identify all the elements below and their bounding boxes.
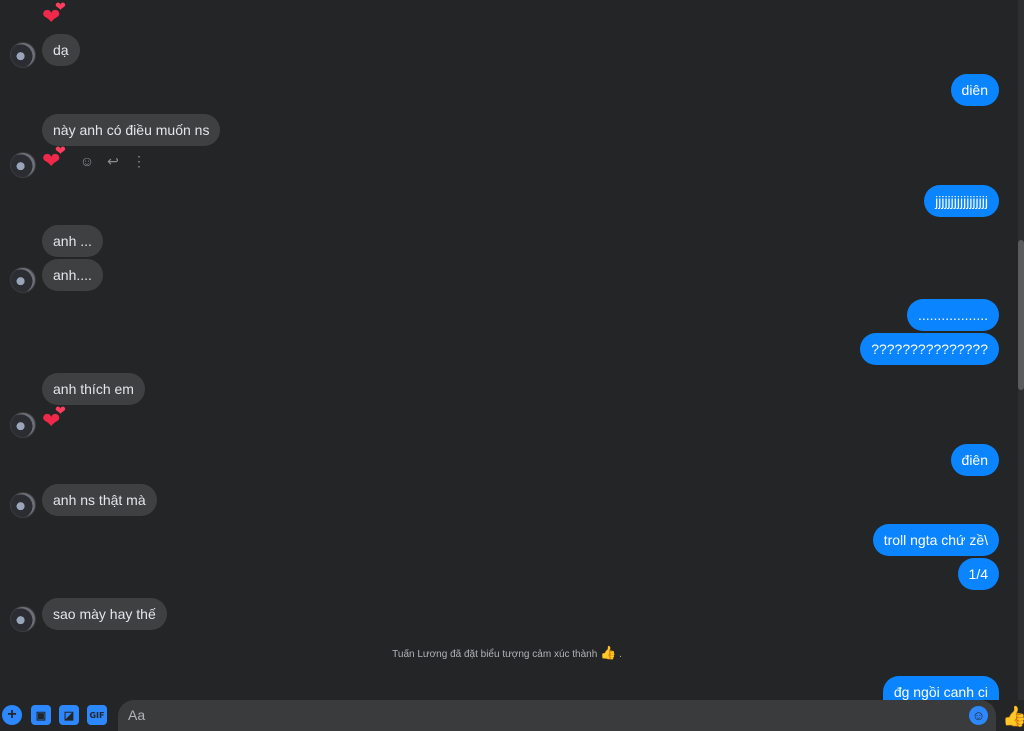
heart-reaction-emoji: ❤ ❤: [42, 403, 66, 433]
smiley-icon[interactable]: ☺: [80, 152, 94, 170]
message-composer: + ▣ ◪ GIF Aa ☺ 👍: [0, 700, 1024, 731]
outgoing-message[interactable]: jjjjjjjjjjjjjjjjj: [924, 185, 999, 217]
scrollbar-thumb[interactable]: [1018, 240, 1024, 390]
heart-reaction-emoji: ❤ ❤: [42, 0, 66, 29]
system-notice-text: Tuấn Lương đã đặt biểu tượng cảm xúc thà…: [392, 649, 598, 660]
incoming-message[interactable]: anh thích em: [42, 373, 145, 405]
avatar[interactable]: [10, 606, 36, 632]
system-notice: Tuấn Lương đã đặt biểu tượng cảm xúc thà…: [0, 645, 1014, 661]
system-notice-end: .: [619, 649, 622, 660]
gif-icon[interactable]: GIF: [87, 705, 107, 725]
thumbs-up-icon: 👍: [600, 645, 617, 660]
outgoing-message[interactable]: 1/4: [957, 558, 999, 590]
incoming-message[interactable]: sao mày hay thế: [42, 598, 167, 630]
reply-icon[interactable]: ↩: [106, 152, 120, 170]
photo-icon[interactable]: ▣: [31, 705, 51, 725]
more-vertical-icon[interactable]: ⋮: [132, 152, 146, 170]
incoming-message[interactable]: dạ: [42, 34, 80, 66]
outgoing-message[interactable]: diên: [950, 74, 999, 106]
plus-icon[interactable]: +: [2, 705, 22, 725]
emoji-icon[interactable]: ☺: [969, 706, 988, 725]
outgoing-message[interactable]: ..................: [906, 299, 999, 331]
incoming-message[interactable]: anh ns thật mà: [42, 484, 157, 516]
avatar[interactable]: [10, 412, 36, 438]
message-thread[interactable]: ❤ ❤ dạ diên này anh có điều muốn ns ❤ ❤ ☺ …: [0, 0, 1024, 700]
heart-reaction-emoji: ❤ ❤: [42, 143, 66, 173]
avatar[interactable]: [10, 267, 36, 293]
avatar[interactable]: [10, 152, 36, 178]
incoming-message[interactable]: này anh có điều muốn ns: [42, 114, 221, 146]
message-input[interactable]: Aa: [118, 700, 996, 731]
message-actions: ☺ ↩ ⋮: [80, 152, 146, 170]
incoming-message[interactable]: anh ...: [42, 225, 103, 257]
thumbs-up-icon[interactable]: 👍: [1002, 704, 1024, 729]
incoming-message[interactable]: anh....: [42, 259, 103, 291]
outgoing-message[interactable]: điên: [950, 444, 999, 476]
outgoing-message[interactable]: đg ngồi canh ci: [882, 676, 999, 700]
outgoing-message[interactable]: troll ngta chứ zề\: [872, 524, 999, 556]
avatar[interactable]: [10, 492, 36, 518]
sticker-icon[interactable]: ◪: [59, 705, 79, 725]
outgoing-message[interactable]: ???????????????: [860, 333, 999, 365]
avatar[interactable]: [10, 42, 36, 68]
scrollbar[interactable]: [1018, 0, 1024, 700]
